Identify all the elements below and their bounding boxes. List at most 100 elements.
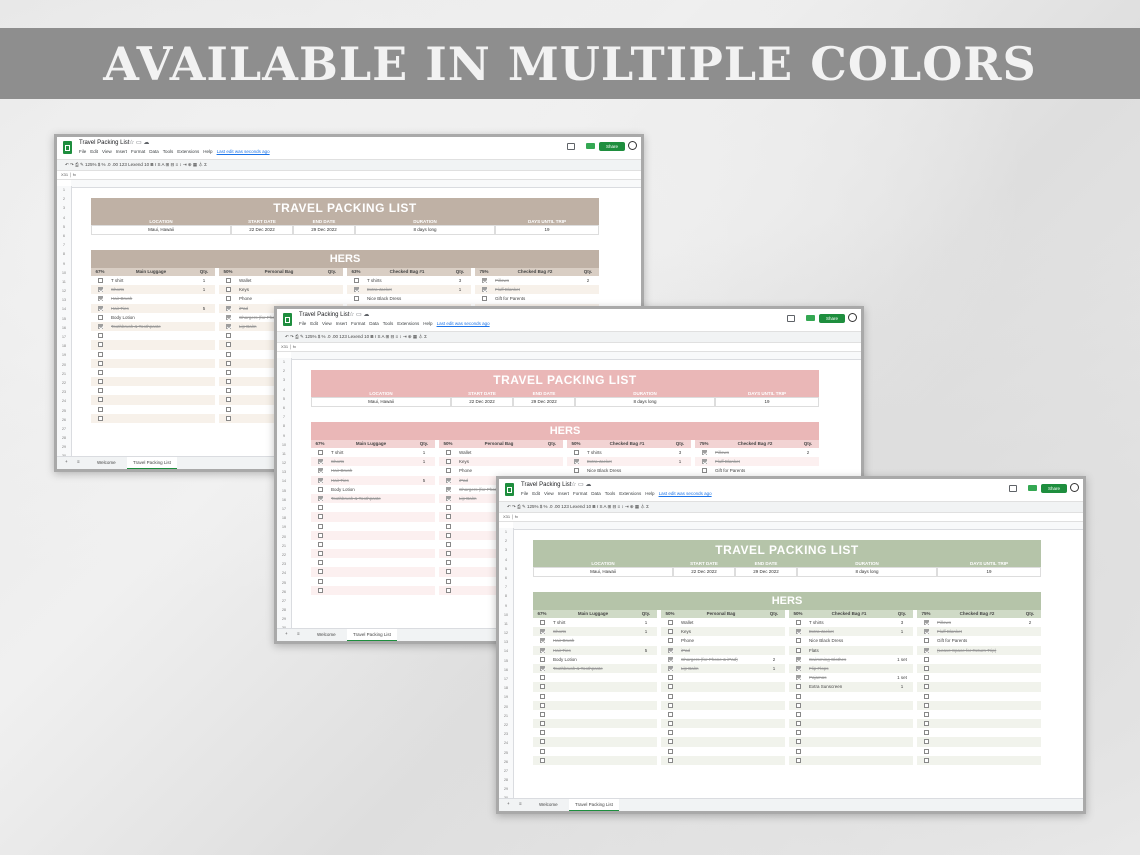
item-name[interactable]: Fluff Blanket (493, 285, 577, 294)
checkbox[interactable] (667, 702, 673, 708)
menu-item-data[interactable]: Data (591, 491, 601, 496)
item-name[interactable]: T shirt (551, 618, 635, 627)
row-number[interactable]: 11 (499, 620, 513, 629)
checkbox[interactable] (667, 638, 673, 644)
item-name[interactable] (551, 710, 635, 719)
item-name[interactable] (551, 673, 635, 682)
item-name[interactable] (679, 747, 763, 756)
item-qty[interactable] (763, 636, 785, 645)
item-name[interactable] (807, 737, 891, 746)
item-name[interactable] (551, 737, 635, 746)
checkbox[interactable] (573, 459, 579, 465)
format-icons[interactable]: ⊞ ⊟ ≡ ↕ ⇥ ⊕ ▦ ⏃ Σ (607, 504, 649, 509)
checkbox[interactable] (667, 693, 673, 699)
checkbox[interactable] (225, 342, 231, 348)
checkbox[interactable] (795, 730, 801, 736)
item-qty[interactable] (635, 636, 657, 645)
redo-icon[interactable]: ↷ (512, 504, 516, 509)
checkbox[interactable] (97, 296, 103, 302)
row-number[interactable]: 19 (57, 351, 71, 360)
checkbox[interactable] (445, 578, 451, 584)
row-number[interactable]: 2 (277, 367, 291, 376)
row-number[interactable]: 11 (277, 450, 291, 459)
item-name[interactable]: T shirts (807, 618, 891, 627)
item-name[interactable] (935, 655, 1019, 664)
zoom-select[interactable]: 125% (85, 162, 97, 167)
checkbox[interactable] (97, 397, 103, 403)
info-value[interactable]: 19 (937, 567, 1041, 577)
item-qty[interactable] (413, 485, 435, 494)
menu-item-help[interactable]: Help (423, 321, 432, 326)
item-name[interactable] (109, 331, 193, 340)
item-qty[interactable] (763, 673, 785, 682)
item-qty[interactable] (891, 737, 913, 746)
checkbox[interactable] (97, 278, 103, 283)
checkbox[interactable] (923, 656, 929, 662)
item-qty[interactable] (321, 294, 343, 303)
checkbox[interactable] (795, 693, 801, 699)
row-number[interactable]: 12 (277, 459, 291, 468)
spreadsheet-window-green[interactable]: Travel Packing List ☆ ▭ ☁ File Edit View In… (496, 476, 1086, 814)
row-number[interactable]: 8 (499, 592, 513, 601)
item-qty[interactable]: 1 (669, 457, 691, 466)
item-name[interactable]: Hair Brush (109, 294, 193, 303)
checkbox[interactable] (225, 406, 231, 412)
row-number[interactable]: 26 (499, 758, 513, 767)
item-name[interactable]: Toothbrush & Toothpaste (551, 664, 635, 673)
item-name[interactable] (935, 756, 1019, 765)
checkbox[interactable] (573, 450, 579, 455)
item-name[interactable] (551, 728, 635, 737)
checkbox[interactable] (97, 351, 103, 357)
item-qty[interactable] (763, 692, 785, 701)
item-qty[interactable] (449, 294, 471, 303)
info-value[interactable]: 8 days long (575, 397, 715, 407)
item-qty[interactable] (193, 405, 215, 414)
checkbox[interactable] (667, 675, 673, 681)
row-number[interactable]: 17 (499, 675, 513, 684)
checkbox[interactable] (701, 450, 707, 455)
checkbox[interactable] (667, 739, 673, 745)
checkbox[interactable] (225, 296, 231, 302)
add-sheet-icon[interactable]: + (65, 459, 68, 464)
row-number[interactable]: 25 (57, 407, 71, 416)
star-icon[interactable]: ☆ ▭ ☁ (129, 139, 149, 146)
row-number[interactable]: 18 (57, 342, 71, 351)
item-qty[interactable]: 2 (577, 276, 599, 285)
row-number[interactable]: 3 (499, 546, 513, 555)
info-value[interactable]: 29 Dec 2022 (513, 397, 575, 407)
item-name[interactable] (109, 405, 193, 414)
item-qty[interactable] (635, 747, 657, 756)
checkbox[interactable] (317, 560, 323, 566)
checkbox[interactable] (923, 647, 929, 653)
item-name[interactable] (679, 756, 763, 765)
checkbox[interactable] (353, 278, 359, 283)
item-name[interactable] (935, 719, 1019, 728)
doc-title[interactable]: Travel Packing List (79, 140, 129, 146)
row-number[interactable]: 7 (57, 241, 71, 250)
checkbox[interactable] (923, 620, 929, 625)
row-number[interactable]: 10 (277, 441, 291, 450)
share-button[interactable]: Share (1041, 484, 1067, 493)
item-name[interactable]: Fluff Blanket (935, 627, 1019, 636)
checkbox[interactable] (667, 629, 673, 635)
checkbox[interactable] (539, 711, 545, 717)
item-qty[interactable] (193, 313, 215, 322)
doc-title[interactable]: Travel Packing List (299, 312, 349, 318)
checkbox[interactable] (225, 379, 231, 385)
row-number[interactable]: 21 (499, 712, 513, 721)
paint-format-icon[interactable]: ✎ (522, 504, 526, 509)
item-qty[interactable] (763, 627, 785, 636)
font-size-select[interactable]: 10 (144, 162, 149, 167)
row-number[interactable]: 13 (57, 296, 71, 305)
checkbox[interactable] (225, 333, 231, 339)
item-qty[interactable]: 5 (635, 646, 657, 655)
menu-item-insert[interactable]: Insert (116, 149, 127, 154)
row-number[interactable]: 18 (277, 514, 291, 523)
checkbox[interactable] (353, 296, 359, 302)
checkbox[interactable] (317, 523, 323, 529)
checkbox[interactable] (795, 739, 801, 745)
item-name[interactable] (109, 359, 193, 368)
row-number[interactable]: 19 (277, 523, 291, 532)
item-qty[interactable] (763, 737, 785, 746)
item-qty[interactable]: 1 (891, 627, 913, 636)
